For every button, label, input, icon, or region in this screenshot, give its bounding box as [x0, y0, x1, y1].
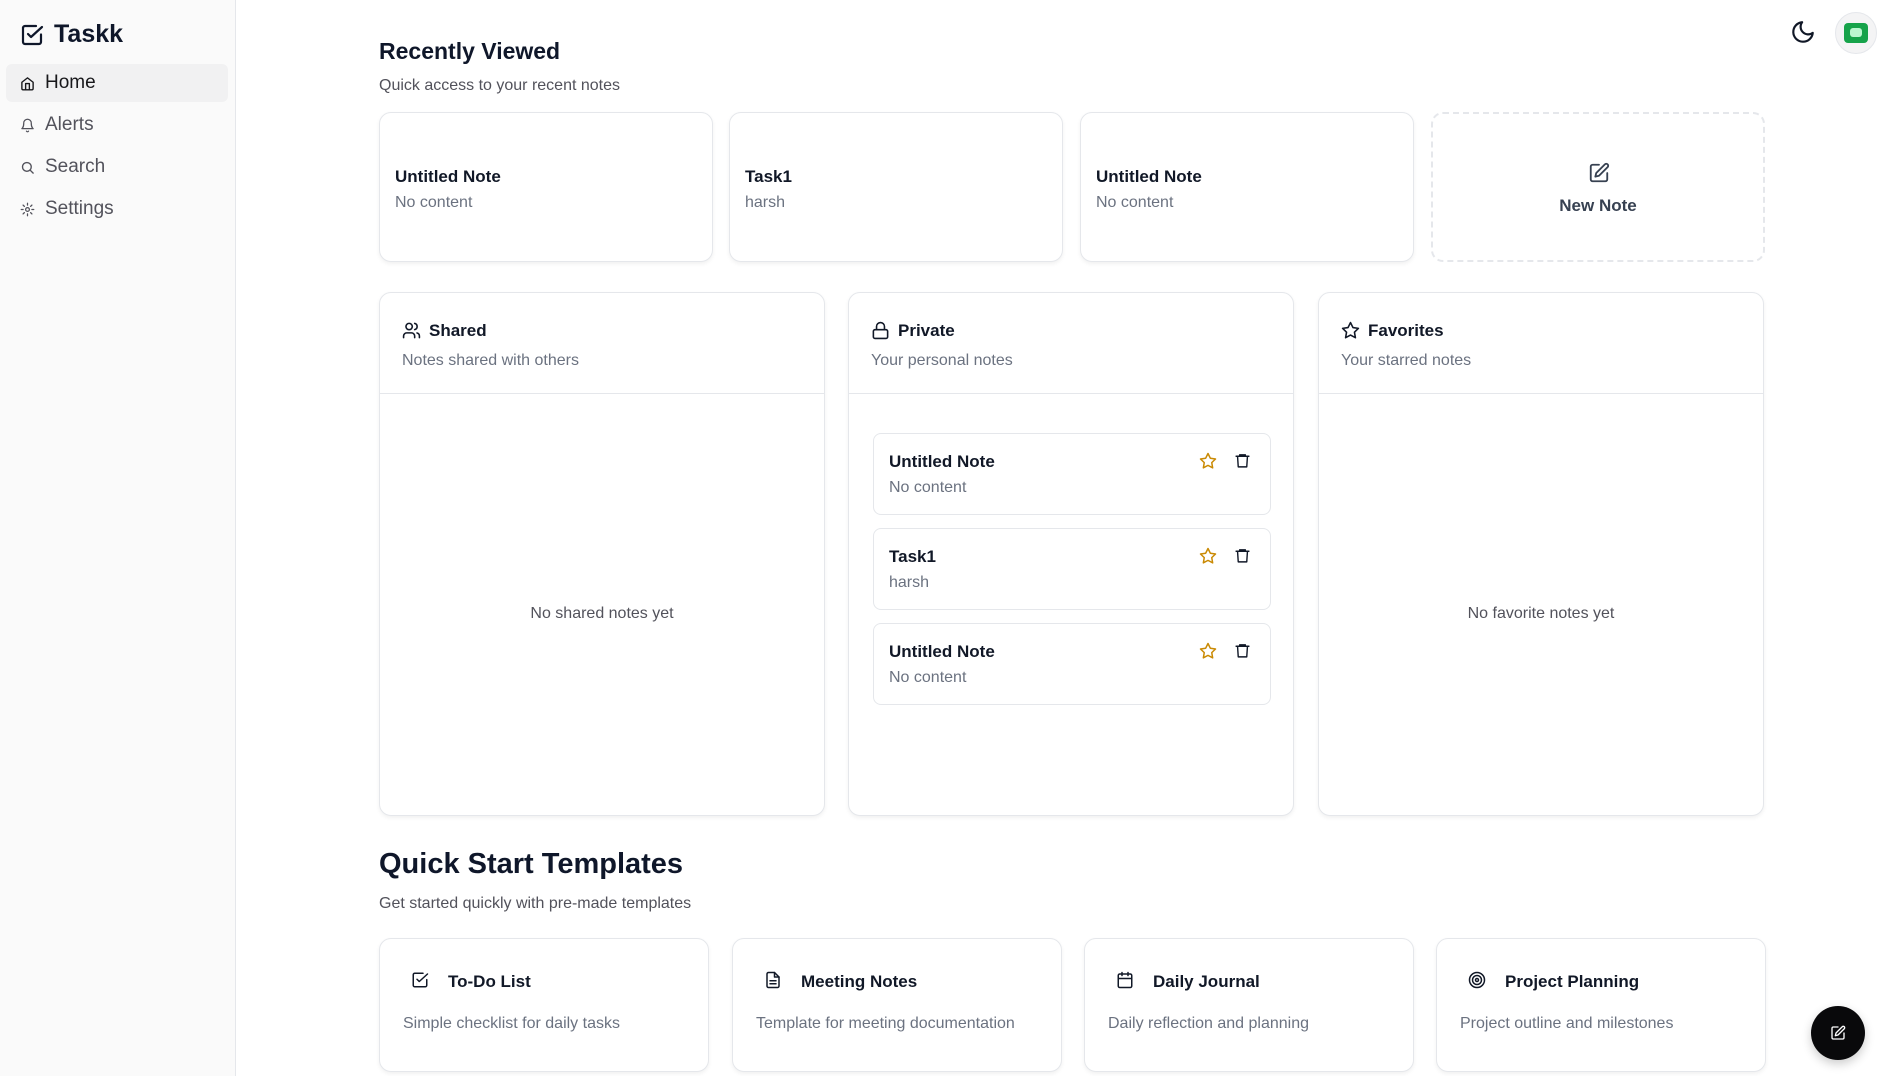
- template-description: Simple checklist for daily tasks: [403, 1015, 620, 1032]
- template-description: Daily reflection and planning: [1108, 1015, 1310, 1032]
- sidebar-item-settings[interactable]: Settings: [6, 190, 228, 228]
- template-title: Meeting Notes: [801, 972, 918, 991]
- sidebar-item-label: Home: [45, 72, 96, 93]
- panel-title: Shared: [429, 321, 487, 340]
- favorites-panel: Favorites Your starred notes No favorite…: [1318, 292, 1764, 816]
- templates-title: Quick Start Templates: [379, 848, 684, 880]
- star-icon[interactable]: [1199, 452, 1217, 470]
- template-description: Project outline and milestones: [1460, 1015, 1674, 1032]
- new-note-button[interactable]: New Note: [1431, 112, 1765, 262]
- bell-icon: [21, 118, 34, 132]
- recent-note-card[interactable]: Task1 harsh: [729, 112, 1063, 262]
- brand[interactable]: Taskk: [20, 20, 123, 49]
- gear-icon: [20, 202, 35, 216]
- avatar-image: [1844, 23, 1868, 43]
- target-icon: [1468, 971, 1486, 989]
- star-icon[interactable]: [1199, 547, 1217, 565]
- note-title: Task1: [889, 547, 936, 566]
- recent-note-card[interactable]: Untitled Note No content: [379, 112, 713, 262]
- list-item[interactable]: Untitled Note No content: [873, 623, 1271, 705]
- panel-subtitle: Your personal notes: [871, 352, 1013, 369]
- trash-icon[interactable]: [1234, 547, 1251, 564]
- home-icon: [21, 76, 34, 90]
- calendar-icon: [1117, 971, 1133, 989]
- trash-icon[interactable]: [1234, 452, 1251, 469]
- note-preview: No content: [1096, 194, 1174, 211]
- templates-subtitle: Get started quickly with pre-made templa…: [379, 895, 692, 912]
- template-description: Template for meeting documentation: [756, 1015, 1015, 1032]
- panel-header: Shared Notes shared with others: [380, 293, 824, 394]
- template-card-todo[interactable]: To-Do List Simple checklist for daily ta…: [379, 938, 709, 1072]
- document-icon: [766, 971, 780, 989]
- recent-note-card[interactable]: Untitled Note No content: [1080, 112, 1414, 262]
- users-icon: [402, 322, 421, 339]
- note-title: Untitled Note: [889, 452, 995, 471]
- new-note-label: New Note: [1559, 196, 1637, 215]
- sidebar-item-home[interactable]: Home: [6, 64, 228, 102]
- sidebar: Taskk Home Alerts Search Settings: [0, 0, 236, 1076]
- empty-state: No favorite notes yet: [1467, 605, 1615, 622]
- template-card-meeting[interactable]: Meeting Notes Template for meeting docum…: [732, 938, 1062, 1072]
- empty-state: No shared notes yet: [530, 605, 674, 622]
- star-icon: [1341, 321, 1360, 339]
- shared-panel: Shared Notes shared with others No share…: [379, 292, 825, 816]
- star-icon[interactable]: [1199, 642, 1217, 660]
- app-name: Taskk: [54, 20, 124, 48]
- template-title: Daily Journal: [1153, 972, 1260, 991]
- note-preview: No content: [889, 479, 967, 496]
- new-note-fab[interactable]: [1811, 1006, 1865, 1060]
- edit-icon: [1831, 1025, 1846, 1040]
- panel-header: Private Your personal notes: [849, 293, 1293, 394]
- template-card-journal[interactable]: Daily Journal Daily reflection and plann…: [1084, 938, 1414, 1072]
- moon-icon[interactable]: [1790, 19, 1816, 45]
- sidebar-item-label: Search: [45, 156, 106, 177]
- edit-icon: [1589, 162, 1610, 183]
- note-title: Untitled Note: [889, 642, 995, 661]
- note-preview: harsh: [745, 194, 786, 211]
- search-icon: [21, 161, 34, 174]
- sidebar-item-label: Settings: [45, 198, 114, 219]
- checkbox-logo-icon: [21, 24, 44, 45]
- sidebar-item-label: Alerts: [45, 114, 94, 135]
- panel-subtitle: Notes shared with others: [402, 352, 579, 369]
- panel-subtitle: Your starred notes: [1341, 352, 1472, 369]
- checkbox-icon: [412, 972, 429, 988]
- private-panel: Private Your personal notes Untitled Not…: [848, 292, 1294, 816]
- note-preview: harsh: [889, 574, 930, 591]
- panel-header: Favorites Your starred notes: [1319, 293, 1763, 394]
- note-title: Untitled Note: [1096, 167, 1202, 186]
- lock-icon: [872, 321, 889, 340]
- template-title: Project Planning: [1505, 972, 1640, 991]
- recent-title: Recently Viewed: [379, 38, 561, 64]
- sidebar-item-search[interactable]: Search: [6, 148, 228, 186]
- panel-title: Favorites: [1368, 321, 1444, 340]
- avatar[interactable]: [1835, 12, 1877, 54]
- recent-subtitle: Quick access to your recent notes: [379, 77, 620, 94]
- list-item[interactable]: Untitled Note No content: [873, 433, 1271, 515]
- template-title: To-Do List: [448, 972, 531, 991]
- sidebar-item-alerts[interactable]: Alerts: [6, 106, 228, 144]
- app-root: Taskk Home Alerts Search Settings Recent…: [0, 0, 1896, 1076]
- note-preview: No content: [889, 669, 967, 686]
- sidebar-nav: Home Alerts Search Settings: [6, 64, 228, 232]
- note-title: Task1: [745, 167, 792, 186]
- note-title: Untitled Note: [395, 167, 501, 186]
- note-preview: No content: [395, 194, 473, 211]
- template-card-project[interactable]: Project Planning Project outline and mil…: [1436, 938, 1766, 1072]
- list-item[interactable]: Task1 harsh: [873, 528, 1271, 610]
- panel-title: Private: [898, 321, 955, 340]
- trash-icon[interactable]: [1234, 642, 1251, 659]
